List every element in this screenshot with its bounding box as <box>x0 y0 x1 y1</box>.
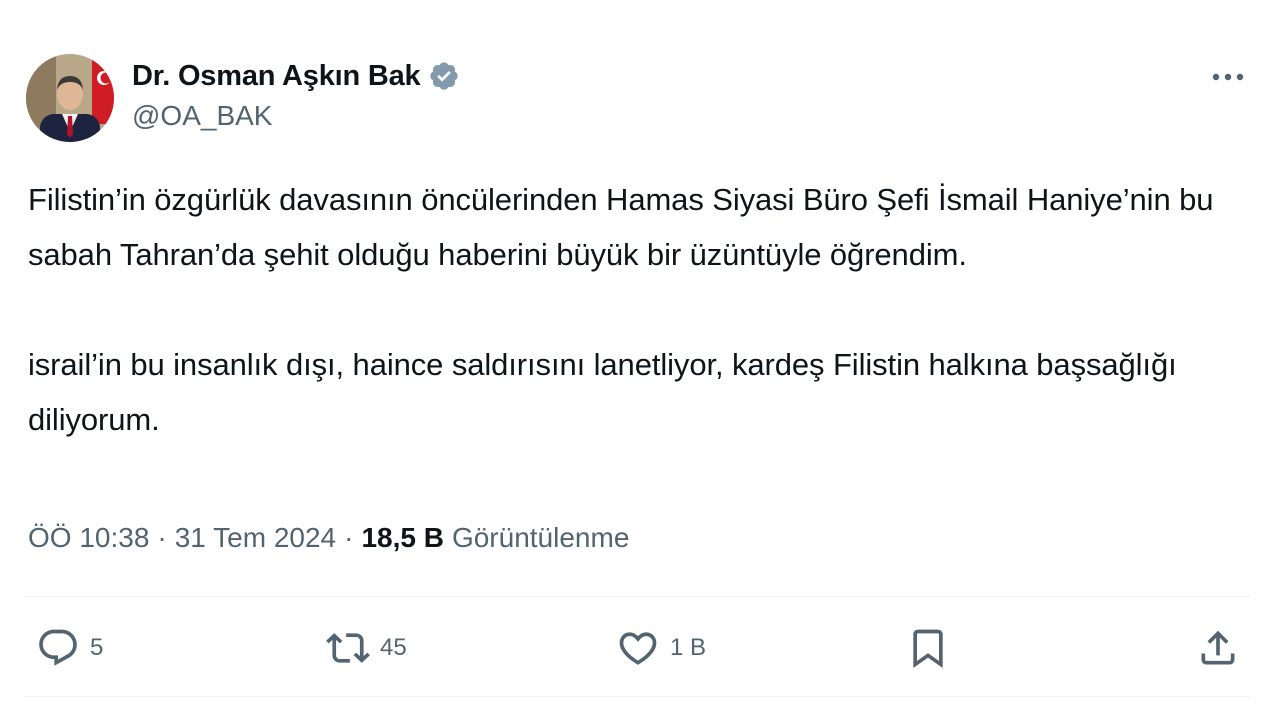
tweet-card: Dr. Osman Aşkın Bak @OA_BAK Filistin’in … <box>0 0 1280 720</box>
reply-button[interactable]: 5 <box>36 620 103 676</box>
author-name-row: Dr. Osman Aşkın Bak <box>132 58 460 94</box>
like-button[interactable]: 1 B <box>616 620 706 676</box>
avatar[interactable] <box>26 54 114 142</box>
tweet-actions: 5 45 1 B <box>0 620 1280 676</box>
repost-icon <box>326 633 370 663</box>
author-display-name[interactable]: Dr. Osman Aşkın Bak <box>132 60 421 93</box>
tweet-paragraph: Filistin’in özgürlük davasının öncülerin… <box>28 182 1214 272</box>
bookmark-button[interactable] <box>906 620 950 676</box>
divider <box>24 596 1250 597</box>
avatar-photo <box>26 54 114 142</box>
views-count[interactable]: 18,5 B <box>361 522 444 554</box>
tweet-time[interactable]: ÖÖ 10:38 <box>28 522 149 554</box>
tweet-paragraph: israil’in bu insanlık dışı, haince saldı… <box>28 347 1177 437</box>
meta-separator: · <box>344 522 354 553</box>
share-button[interactable] <box>1196 620 1240 676</box>
meta-separator: · <box>157 522 167 553</box>
more-options-button[interactable] <box>1206 60 1250 94</box>
tweet-meta: ÖÖ 10:38 · 31 Tem 2024 · 18,5 B Görüntül… <box>28 516 629 560</box>
more-dots-icon <box>1212 73 1244 81</box>
divider <box>24 696 1250 697</box>
tweet-text: Filistin’in özgürlük davasının öncülerin… <box>28 172 1258 447</box>
bookmark-icon <box>913 629 943 669</box>
tweet-date[interactable]: 31 Tem 2024 <box>175 522 336 554</box>
share-icon <box>1201 630 1235 665</box>
author-handle[interactable]: @OA_BAK <box>132 100 272 132</box>
repost-count: 45 <box>380 634 407 661</box>
heart-icon <box>619 632 657 665</box>
reply-count: 5 <box>90 634 104 661</box>
reply-icon <box>39 629 77 666</box>
like-count: 1 B <box>670 634 707 661</box>
verified-badge-icon[interactable] <box>428 60 460 92</box>
repost-button[interactable]: 45 <box>326 620 407 676</box>
views-label[interactable]: Görüntülenme <box>452 522 629 554</box>
